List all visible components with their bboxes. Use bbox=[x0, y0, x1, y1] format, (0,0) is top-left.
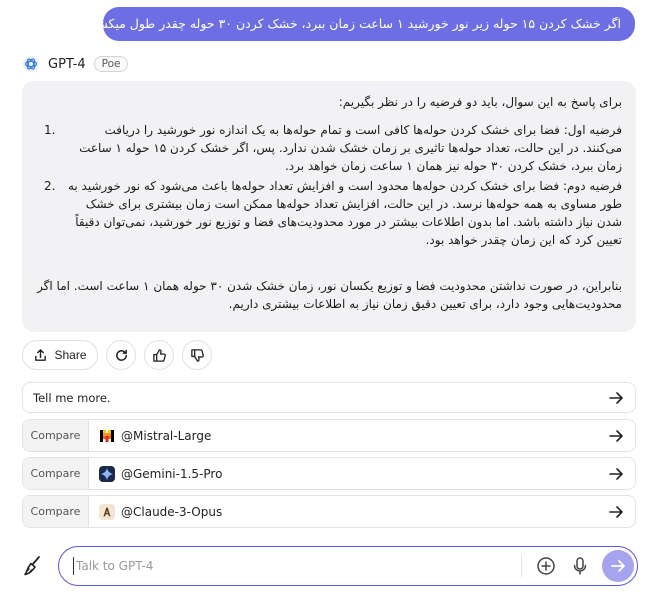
microphone-icon[interactable] bbox=[570, 556, 590, 576]
share-button[interactable]: Share bbox=[22, 340, 98, 370]
compare-bot-name: @Claude-3-Opus bbox=[121, 504, 223, 519]
poe-badge: Poe bbox=[93, 56, 129, 72]
clear-context-broom-icon[interactable] bbox=[22, 555, 44, 577]
answer-intro: برای پاسخ به این سوال، باید دو فرضیه را … bbox=[338, 95, 622, 109]
answer-conclusion: بنابراین، در صورت نداشتن محدودیت فضا و ت… bbox=[37, 279, 622, 311]
arrow-right-icon bbox=[609, 505, 623, 518]
claude-icon bbox=[99, 503, 115, 520]
composer-area bbox=[18, 545, 638, 587]
message-composer bbox=[58, 546, 638, 586]
chat-input[interactable] bbox=[73, 557, 511, 575]
compare-bot: @Mistral-Large bbox=[89, 427, 607, 444]
arrow-right-icon bbox=[609, 391, 623, 404]
list-item: 2. فرضیه دوم: فضا برای خشک کردن حوله‌ها … bbox=[44, 177, 622, 249]
mistral-icon bbox=[99, 427, 115, 444]
suggestion-text: Tell me more. bbox=[33, 390, 111, 405]
gemini-icon bbox=[99, 465, 115, 482]
bot-header: GPT-4 Poe bbox=[22, 55, 129, 73]
user-message-bubble: اگر خشک کردن ۱۵ حوله زیر نور خورشید ۱ سا… bbox=[103, 7, 635, 41]
dislike-button[interactable] bbox=[182, 340, 212, 370]
compare-label: Compare bbox=[23, 458, 89, 489]
arrow-right-icon bbox=[609, 467, 623, 480]
bot-name[interactable]: GPT-4 bbox=[48, 57, 86, 72]
compare-claude-row[interactable]: Compare @Claude-3-Opus bbox=[22, 495, 636, 528]
openai-icon bbox=[22, 55, 40, 73]
list-number: 1. bbox=[44, 123, 56, 137]
arrow-right-icon bbox=[609, 429, 623, 442]
add-attachment-icon[interactable] bbox=[536, 556, 556, 576]
bot-answer: برای پاسخ به این سوال، باید دو فرضیه را … bbox=[22, 81, 636, 332]
compare-label: Compare bbox=[23, 420, 89, 451]
send-button[interactable] bbox=[602, 550, 634, 582]
composer-divider bbox=[521, 555, 522, 577]
answer-list: 1. فرضیه اول: فضا برای خشک کردن حوله‌ها … bbox=[36, 121, 622, 249]
share-label: Share bbox=[54, 348, 87, 362]
retry-button[interactable] bbox=[106, 340, 136, 370]
message-actions: Share bbox=[22, 340, 212, 370]
list-item-text: فرضیه اول: فضا برای خشک کردن حوله‌ها کاف… bbox=[79, 123, 622, 173]
compare-bot: @Gemini-1.5-Pro bbox=[89, 465, 607, 482]
compare-bot-name: @Mistral-Large bbox=[121, 428, 212, 443]
compare-gemini-row[interactable]: Compare @Gemini-1.5-Pro bbox=[22, 457, 636, 490]
compare-bot-name: @Gemini-1.5-Pro bbox=[121, 466, 223, 481]
list-number: 2. bbox=[44, 179, 56, 193]
suggestion-tell-me-more[interactable]: Tell me more. bbox=[22, 382, 636, 413]
share-icon bbox=[35, 348, 47, 361]
list-item: 1. فرضیه اول: فضا برای خشک کردن حوله‌ها … bbox=[44, 121, 622, 175]
compare-label: Compare bbox=[23, 496, 89, 527]
compare-bot: @Claude-3-Opus bbox=[89, 503, 607, 520]
like-button[interactable] bbox=[144, 340, 174, 370]
send-arrow-icon bbox=[611, 560, 625, 572]
thumbs-down-icon bbox=[190, 348, 204, 362]
refresh-icon bbox=[115, 349, 127, 361]
list-item-text: فرضیه دوم: فضا برای خشک کردن حوله‌ها محد… bbox=[67, 179, 622, 247]
compare-mistral-row[interactable]: Compare @Mistral-Large bbox=[22, 419, 636, 452]
thumbs-up-icon bbox=[152, 348, 166, 362]
